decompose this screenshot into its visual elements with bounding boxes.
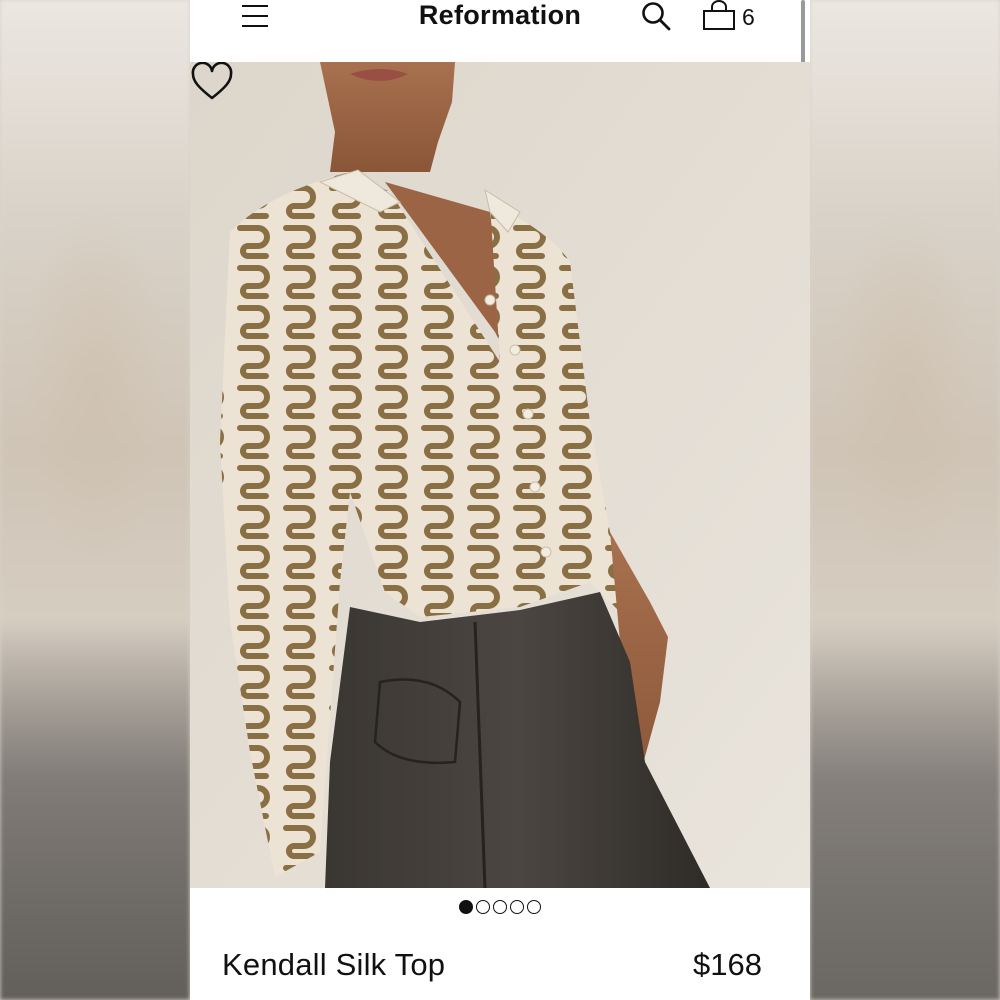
product-price: $168 <box>693 947 762 982</box>
pagination-dot[interactable] <box>476 900 490 914</box>
pagination-dot[interactable] <box>527 900 541 914</box>
product-page: Reformation 6 Kendall Silk Top $168 <box>190 0 810 1000</box>
search-icon[interactable] <box>640 0 672 32</box>
background-left-panel <box>0 0 190 1000</box>
pagination-dot[interactable] <box>459 900 473 914</box>
pagination-dot[interactable] <box>493 900 507 914</box>
bag-icon[interactable] <box>702 0 736 32</box>
product-photo <box>190 62 810 888</box>
image-pagination <box>190 900 810 918</box>
pagination-dot[interactable] <box>510 900 524 914</box>
heart-icon[interactable] <box>190 62 234 102</box>
background-right-panel <box>810 0 1000 1000</box>
product-name: Kendall Silk Top <box>222 947 446 982</box>
cart-count: 6 <box>742 4 755 30</box>
product-image[interactable] <box>190 62 810 888</box>
top-navigation-bar: Reformation 6 <box>190 0 810 268</box>
